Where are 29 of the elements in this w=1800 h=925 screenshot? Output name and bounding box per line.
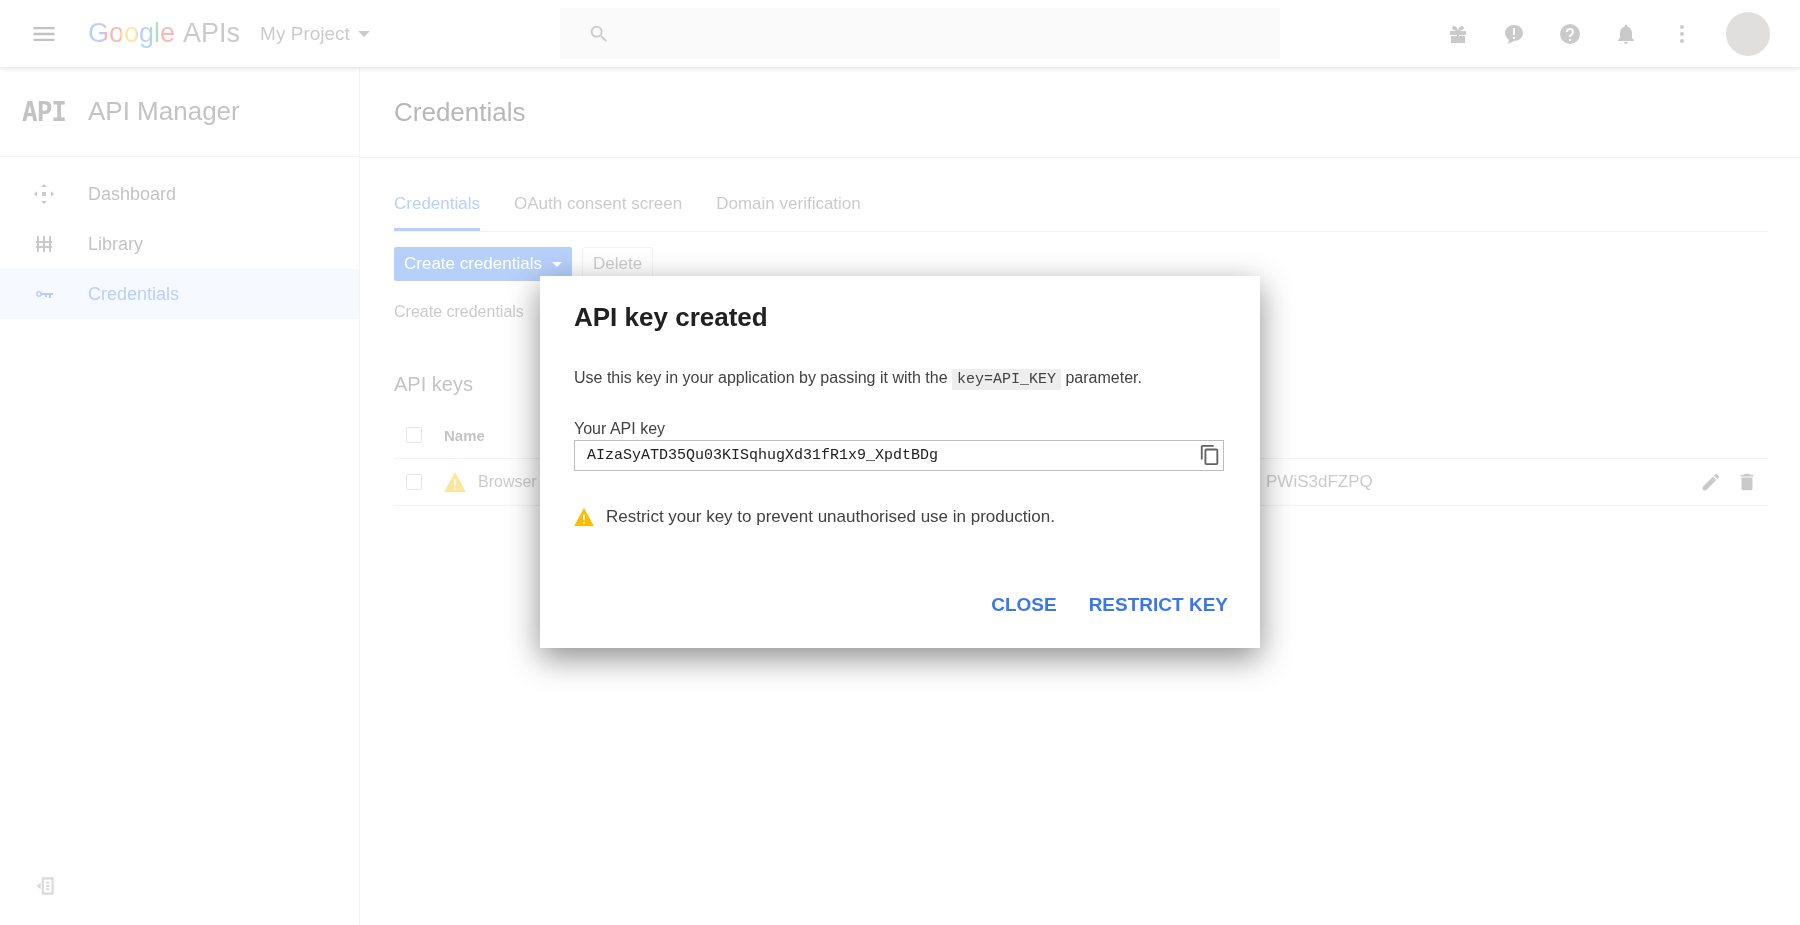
checkbox[interactable] [406, 474, 422, 490]
sidebar-item[interactable]: Library [0, 219, 359, 269]
help-icon[interactable] [1558, 21, 1582, 46]
checkbox[interactable] [406, 427, 422, 443]
section-title: API keys [394, 373, 473, 396]
restrict-key-button[interactable]: RESTRICT KEY [1088, 590, 1228, 620]
move-arrows-icon[interactable] [32, 182, 56, 206]
sidebar-item[interactable]: Dashboard [0, 169, 359, 219]
sidebar-item[interactable]: Credentials [0, 269, 359, 319]
warning-icon [574, 508, 594, 526]
page-title: Credentials [394, 96, 526, 128]
field-label: Your API key [574, 420, 667, 438]
api-key-field[interactable]: AIzaSyATD35Qu03KISqhugXd31fR1x9_XpdtBDg [574, 440, 1224, 471]
search-field[interactable] [559, 8, 1280, 59]
copy-icon[interactable] [1199, 444, 1221, 466]
column-header: Name [444, 426, 485, 444]
dialog-title: API key created [574, 302, 769, 333]
dialog-message: Use this key in your application by passing it with the key=API_KEY parameter. [574, 369, 1143, 388]
caret-icon [357, 30, 370, 37]
caret-icon [551, 261, 562, 267]
avatar[interactable] [1726, 11, 1770, 56]
warning-icon [444, 472, 466, 492]
close-button[interactable]: CLOSE [991, 590, 1057, 620]
create-credentials-button[interactable]: Create credentials [394, 247, 572, 281]
warning-text: Restrict your key to prevent unauthorised use in production. [606, 507, 1055, 527]
api-logo: API [22, 96, 66, 127]
sidebar-title: API Manager [87, 96, 240, 127]
pencil-icon[interactable] [1700, 471, 1722, 493]
tab[interactable]: Credentials [394, 182, 480, 231]
